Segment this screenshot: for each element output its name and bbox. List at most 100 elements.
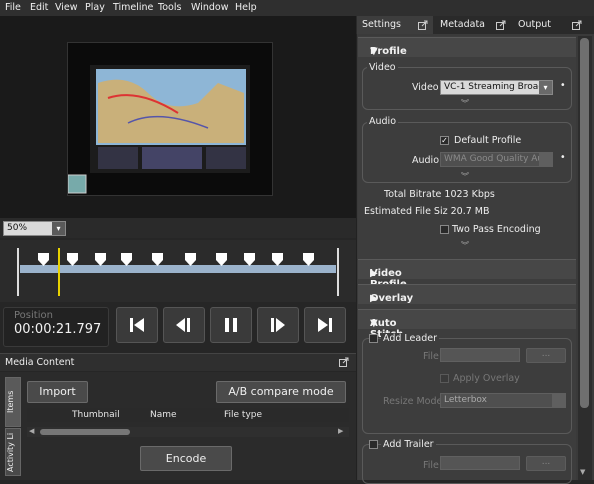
estimated-file-size: Estimated File Siz 20.7 MB: [364, 206, 490, 217]
marker-icon[interactable]: [272, 253, 283, 266]
column-file-type[interactable]: File type: [224, 410, 262, 420]
scroll-thumb[interactable]: [40, 429, 130, 435]
section-overlay[interactable]: ▶ Overlay: [358, 284, 576, 304]
go-to-end-button[interactable]: [304, 307, 346, 343]
step-back-icon: [176, 318, 190, 332]
section-overlay-title: Overlay: [370, 293, 414, 304]
chevron-down-icon: ▾: [539, 81, 552, 94]
marker-icon[interactable]: [185, 253, 196, 266]
marker-icon[interactable]: [303, 253, 314, 266]
marker-icon[interactable]: [152, 253, 163, 266]
leader-file-field[interactable]: [440, 348, 520, 362]
video-thumbnail-map: [67, 65, 250, 194]
section-profile[interactable]: ▼ Profile: [358, 37, 576, 57]
popout-icon[interactable]: [496, 20, 506, 30]
media-grid-header: Thumbnail Name File type: [27, 408, 349, 422]
horizontal-scrollbar[interactable]: ◀ ▶: [27, 427, 349, 437]
menu-file[interactable]: File: [5, 2, 21, 13]
video-profile-select[interactable]: VC-1 Streaming Broadband ▾: [440, 80, 553, 95]
resize-mode-select[interactable]: Letterbox: [440, 393, 566, 408]
chevron-down-icon: [539, 153, 552, 166]
default-profile-label: Default Profile: [454, 135, 522, 146]
leader-file-label: File: [423, 351, 439, 362]
video-frame: [67, 42, 273, 196]
menu-view[interactable]: View: [55, 2, 78, 13]
video-label: Video: [412, 82, 439, 93]
resize-mode-label: Resize Mode: [383, 396, 443, 407]
pause-icon: [225, 318, 237, 332]
marker-icon[interactable]: [216, 253, 227, 266]
import-button[interactable]: Import: [27, 381, 88, 403]
playhead[interactable]: [58, 248, 60, 296]
position-label: Position: [14, 310, 53, 321]
total-bitrate: Total Bitrate 1023 Kbps: [384, 189, 495, 200]
scroll-thumb[interactable]: [580, 38, 589, 408]
video-profile-value: VC-1 Streaming Broadband: [444, 82, 552, 92]
encode-button[interactable]: Encode: [140, 446, 232, 471]
marker-icon[interactable]: [121, 253, 132, 266]
section-profile-title: Profile: [370, 46, 407, 57]
marker-icon[interactable]: [38, 253, 49, 266]
skip-end-icon: [318, 318, 332, 332]
zoom-select[interactable]: 50% ▾: [3, 221, 66, 236]
marker-icon[interactable]: [95, 253, 106, 266]
scroll-down-icon[interactable]: ▼: [580, 468, 585, 476]
audio-profile-select[interactable]: WMA Good Quality Audio: [440, 152, 553, 167]
chevron-down-icon: ▾: [52, 222, 65, 235]
ab-compare-button[interactable]: A/B compare mode: [216, 381, 346, 403]
section-auto-stitch[interactable]: ▼ Auto Stitch: [358, 309, 576, 340]
video-group-label: Video: [367, 62, 398, 73]
scroll-left-icon[interactable]: ◀: [29, 427, 34, 435]
tab-metadata[interactable]: Metadata: [440, 19, 485, 30]
menu-help[interactable]: Help: [235, 2, 257, 13]
tab-activity-list[interactable]: Activity Li: [5, 428, 21, 476]
scroll-right-icon[interactable]: ▶: [338, 427, 343, 435]
leader-browse-button[interactable]: ...: [526, 348, 566, 363]
previous-frame-button[interactable]: [163, 307, 205, 343]
expand-chevron-icon[interactable]: ︾: [461, 171, 469, 182]
menu-tools[interactable]: Tools: [158, 2, 181, 13]
go-to-start-button[interactable]: [116, 307, 158, 343]
expand-chevron-icon[interactable]: ︾: [461, 240, 469, 251]
add-trailer-label: Add Trailer: [381, 439, 436, 450]
tab-output[interactable]: Output: [518, 19, 551, 30]
add-leader-checkbox[interactable]: [369, 334, 378, 343]
two-pass-checkbox[interactable]: [440, 225, 449, 234]
trailer-file-field[interactable]: [440, 456, 520, 470]
video-options-dot[interactable]: •: [560, 80, 566, 91]
audio-profile-value: WMA Good Quality Audio: [444, 154, 553, 164]
trailer-browse-button[interactable]: ...: [526, 456, 566, 471]
audio-label: Audio: [412, 155, 440, 166]
menu-edit[interactable]: Edit: [30, 2, 48, 13]
audio-options-dot[interactable]: •: [560, 152, 566, 163]
timeline-bar: [20, 265, 336, 273]
next-frame-button[interactable]: [257, 307, 299, 343]
apply-overlay-checkbox[interactable]: [440, 374, 449, 383]
tab-settings[interactable]: Settings: [362, 19, 401, 30]
expand-chevron-icon[interactable]: ︾: [461, 98, 469, 109]
menu-timeline[interactable]: Timeline: [113, 2, 153, 13]
menu-play[interactable]: Play: [85, 2, 105, 13]
popout-icon[interactable]: [572, 20, 582, 30]
two-pass-label: Two Pass Encoding: [452, 224, 541, 235]
pause-button[interactable]: [210, 307, 252, 343]
zoom-value: 50%: [7, 223, 28, 233]
default-profile-checkbox[interactable]: ✓: [440, 136, 449, 145]
resize-mode-value: Letterbox: [444, 395, 487, 405]
menu-bar: File Edit View Play Timeline Tools Windo…: [0, 0, 594, 16]
column-name[interactable]: Name: [150, 410, 177, 420]
marker-icon[interactable]: [67, 253, 78, 266]
marker-icon[interactable]: [244, 253, 255, 266]
apply-overlay-label: Apply Overlay: [453, 373, 520, 384]
tab-items[interactable]: Items: [5, 377, 21, 427]
add-leader-label: Add Leader: [381, 333, 439, 344]
audio-group-label: Audio: [367, 116, 399, 127]
popout-icon[interactable]: [418, 20, 428, 30]
section-video-profile[interactable]: ▶ Video Profile: [358, 259, 576, 290]
trailer-file-label: File: [423, 460, 439, 471]
menu-window[interactable]: Window: [191, 2, 228, 13]
position-value: 00:00:21.797: [14, 322, 102, 337]
column-thumbnail[interactable]: Thumbnail: [72, 410, 120, 420]
popout-icon[interactable]: [339, 357, 349, 367]
add-trailer-checkbox[interactable]: [369, 440, 378, 449]
